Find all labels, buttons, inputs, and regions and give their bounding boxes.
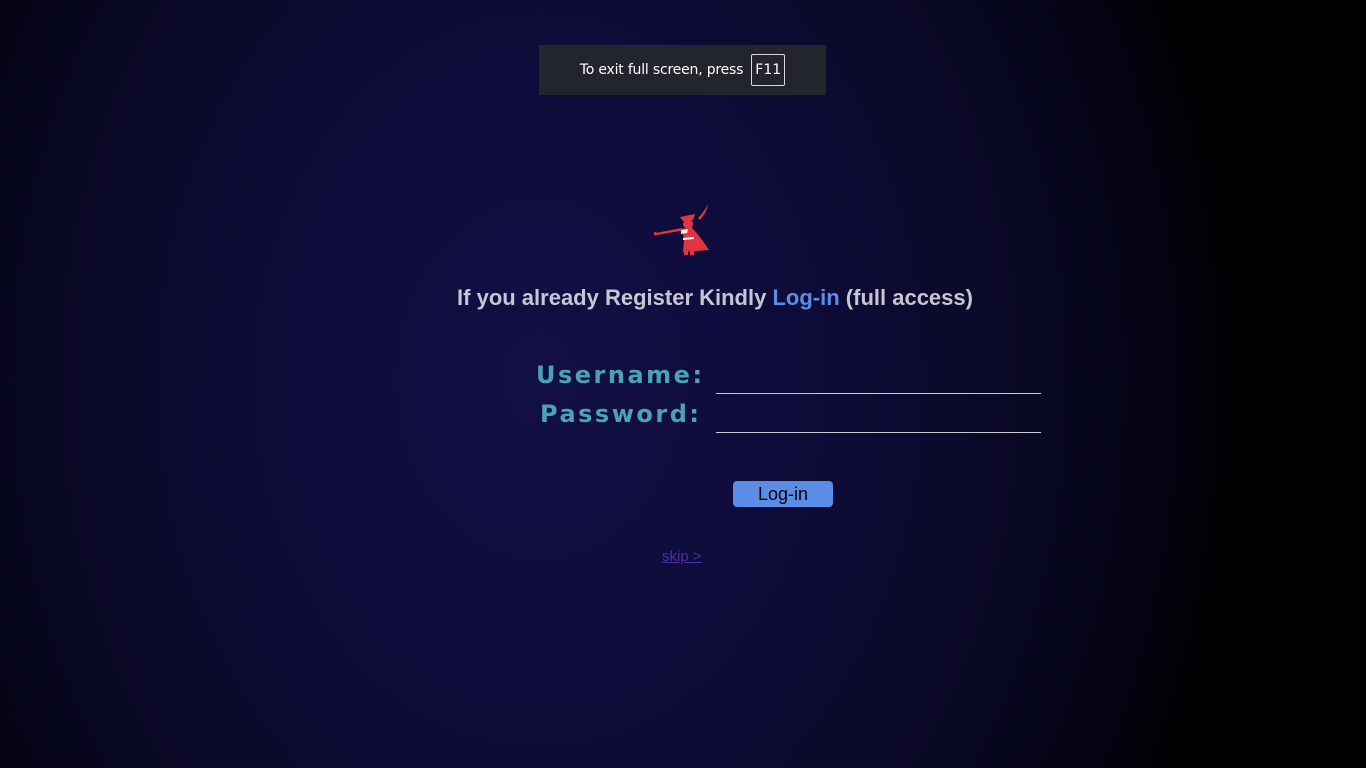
username-label: Username: (536, 361, 705, 389)
heading-prefix: If you already Register Kindly (457, 285, 767, 310)
login-prompt-heading: If you already Register Kindly Log-in (f… (0, 285, 1366, 311)
password-field[interactable] (716, 407, 1041, 433)
password-label: Password: (540, 400, 702, 428)
fullscreen-notice-message: To exit full screen, press (579, 62, 744, 78)
login-button[interactable]: Log-in (733, 481, 833, 507)
fullscreen-exit-notice: To exit full screen, press F11 (539, 45, 826, 95)
username-field[interactable] (716, 368, 1041, 394)
skip-link[interactable]: skip > (662, 548, 702, 565)
trumpeter-logo-icon (652, 202, 714, 256)
heading-login-link[interactable]: Log-in (772, 285, 839, 310)
heading-suffix: (full access) (845, 285, 973, 310)
f11-key-badge: F11 (751, 54, 786, 86)
